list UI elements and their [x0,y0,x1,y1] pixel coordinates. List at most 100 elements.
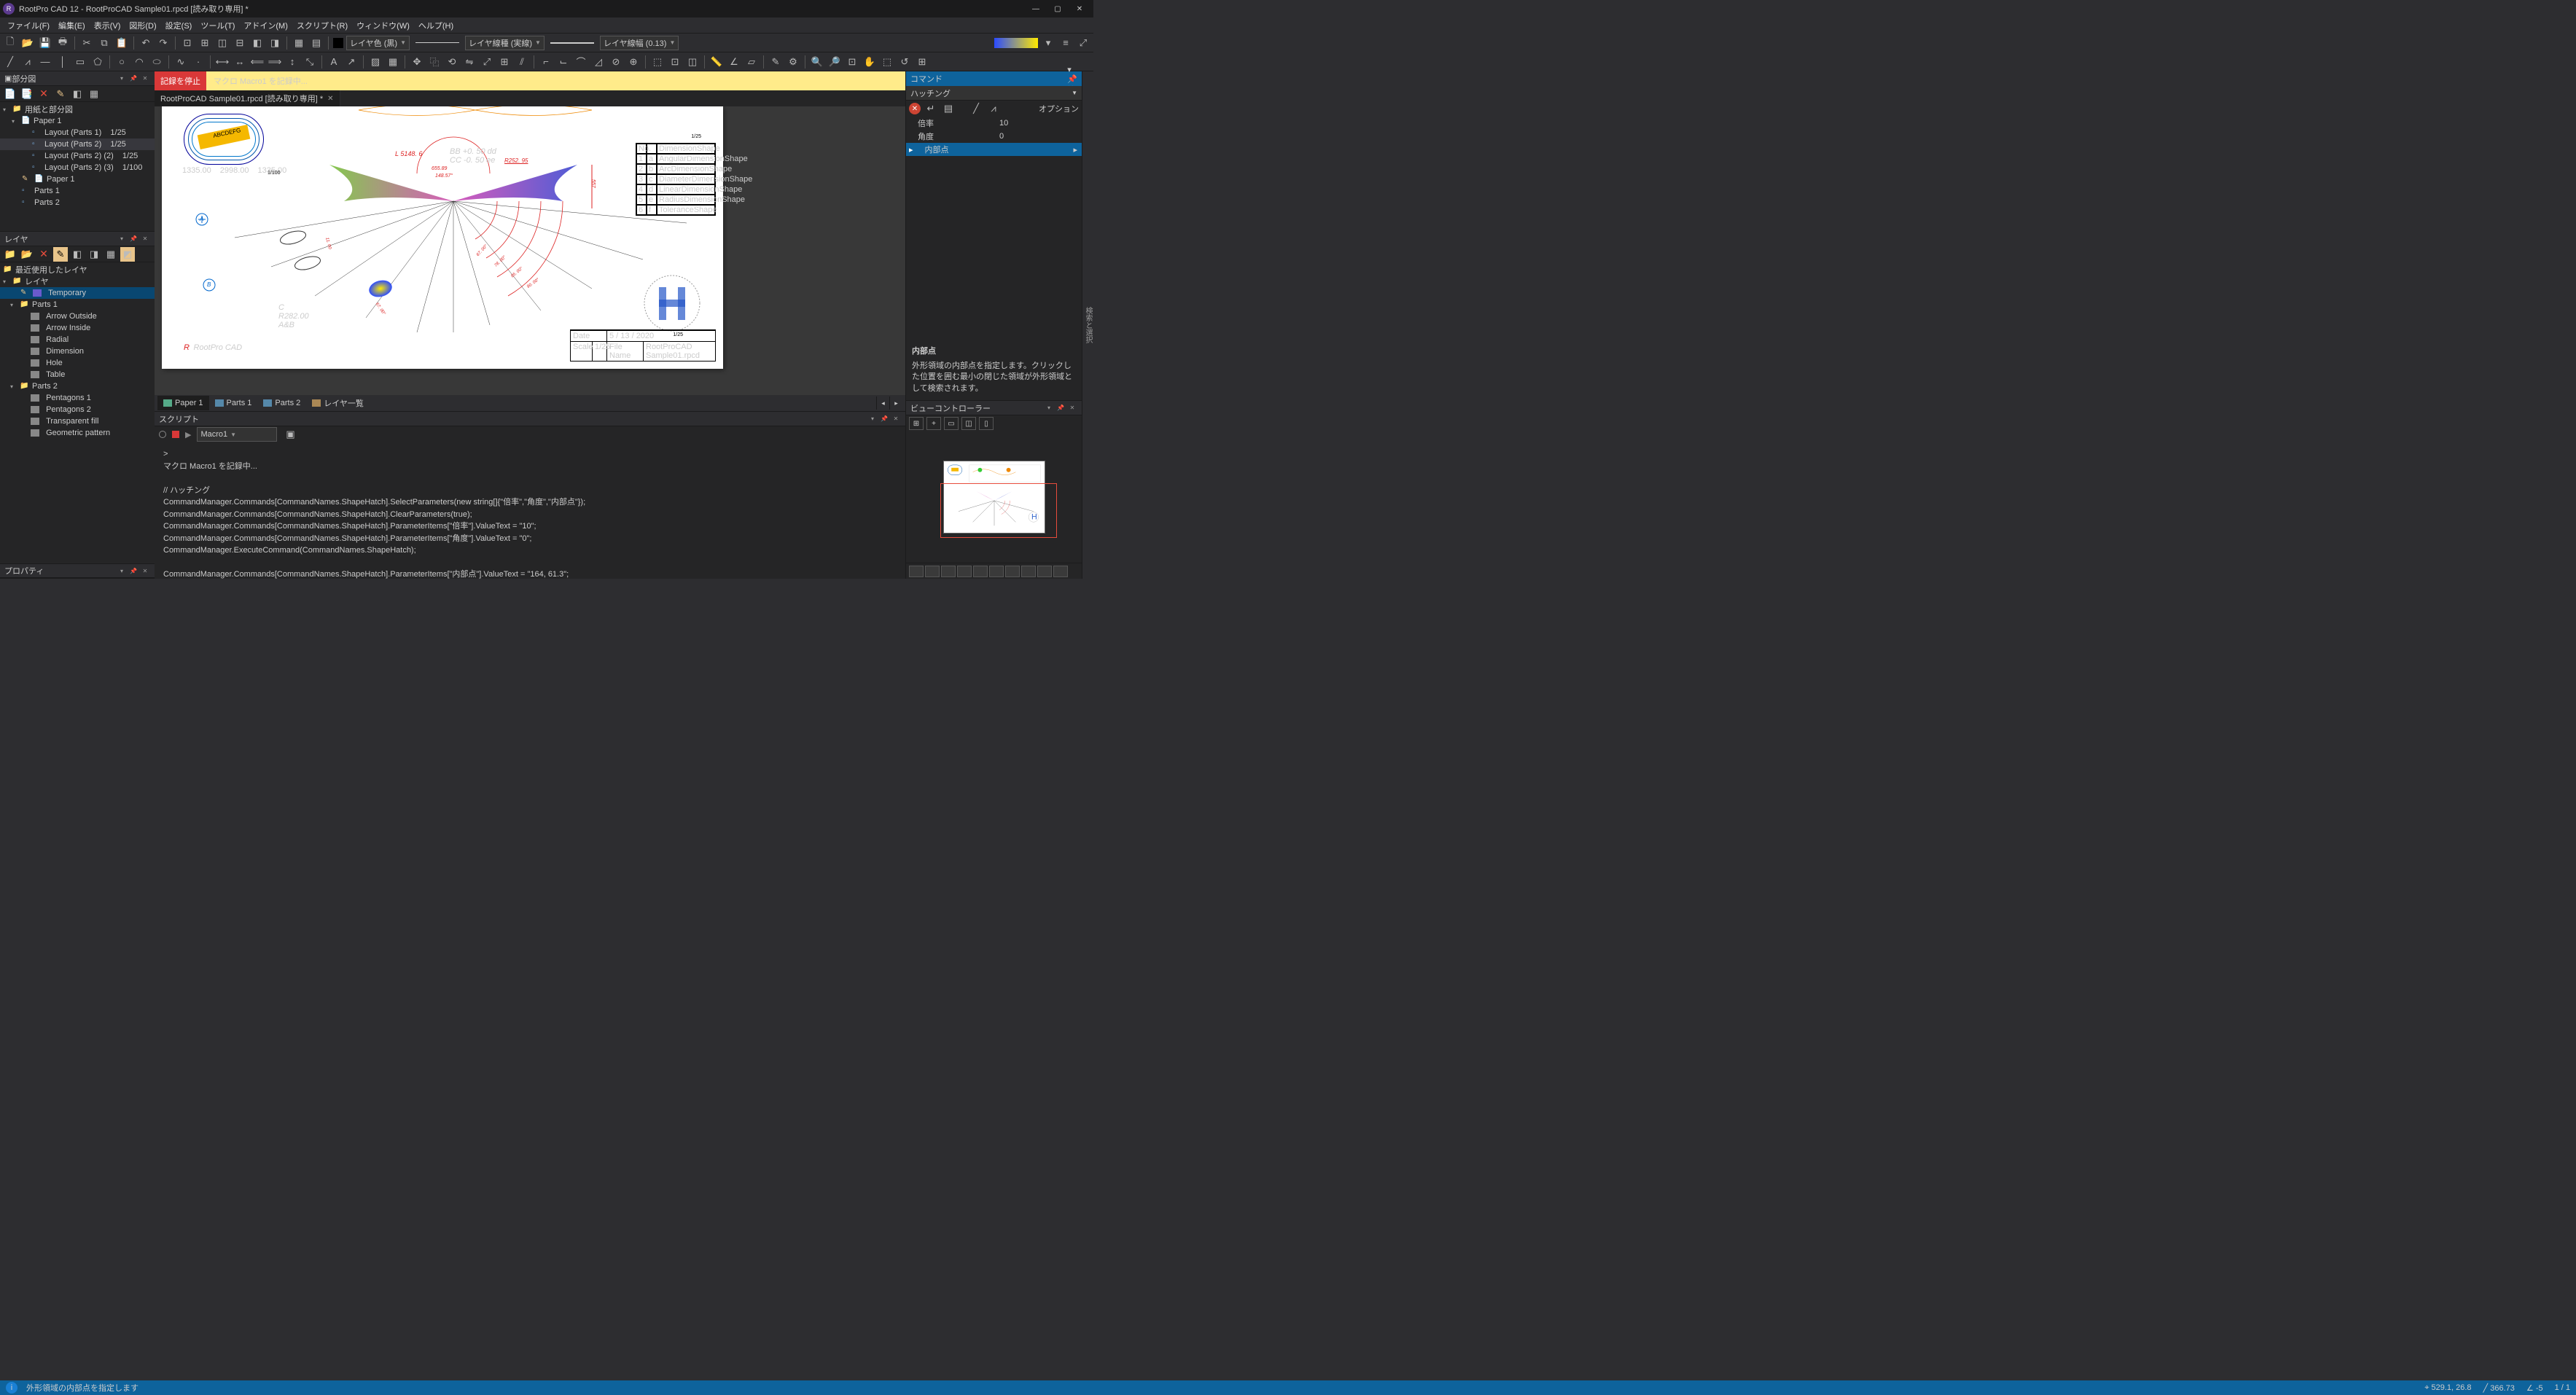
edit1-icon[interactable]: ✎ [768,55,783,69]
param-angle[interactable]: 角度0 [906,130,1082,143]
scale-icon[interactable]: ⤢ [480,55,494,69]
spline-icon[interactable]: ∿ [173,55,188,69]
dim3-icon[interactable]: ⟸ [250,55,265,69]
gradient-preview[interactable] [994,38,1038,48]
filter-icon[interactable]: ▦ [292,36,306,50]
lview3-icon[interactable]: ▦ [104,247,118,262]
ellipse-icon[interactable]: ⬭ [149,55,164,69]
layout-icon[interactable]: ▦ [87,87,101,101]
menu-settings[interactable]: 設定(S) [161,20,197,31]
menu-view[interactable]: 表示(V) [90,20,125,31]
info-icon[interactable]: i [6,1382,17,1394]
property-panel-header[interactable]: プロパティ ▾📌✕ [0,564,155,578]
sheet-tab-parts1[interactable]: Parts 1 [209,396,258,410]
dim6-icon[interactable]: ⤡ [303,55,317,69]
area-icon[interactable]: ▱ [744,55,759,69]
cmd-line-icon[interactable]: ╱ [969,101,983,116]
menu-overflow-icon[interactable]: ≡ [1058,36,1073,50]
chev-down-icon[interactable]: ▾ [1041,36,1055,50]
macro-combo[interactable]: Macro1▼ [197,427,277,442]
group-icon[interactable]: ⬚ [650,55,665,69]
play-icon[interactable]: ▶ [185,430,191,439]
close-panel-icon[interactable]: ✕ [140,234,150,244]
break-icon[interactable]: ⊘ [609,55,623,69]
text-icon[interactable]: A [327,55,341,69]
rect-icon[interactable]: ▭ [73,55,87,69]
view-slot[interactable] [1037,566,1052,577]
stop-recording-button[interactable]: 記録を停止 [155,71,206,90]
angle-icon[interactable]: ∠ [727,55,741,69]
save-icon[interactable]: 💾 [38,36,52,50]
color-swatch[interactable] [333,38,343,48]
menu-edit[interactable]: 編集(E) [54,20,90,31]
copy2-icon[interactable]: ⿻ [427,55,442,69]
record-icon[interactable] [159,431,166,438]
command-panel-header[interactable]: コマンド ▾📌✕ [906,71,1082,86]
delete-icon[interactable]: ✕ [36,87,51,101]
tree-paper1[interactable]: Paper 1 [34,117,62,125]
minimap-viewport[interactable] [940,483,1057,538]
view-slot[interactable] [989,566,1004,577]
add-paper-icon[interactable]: 📄 [3,87,17,101]
editl-icon[interactable]: ✎ [53,247,68,262]
menu-addin[interactable]: アドイン(M) [239,20,292,31]
snap3-icon[interactable]: ◫ [215,36,230,50]
new-icon[interactable]: 🗋 [3,36,17,50]
view-slot[interactable] [941,566,956,577]
point-icon[interactable]: · [191,55,206,69]
sheet-tab-layers[interactable]: レイヤ一覧 [306,396,370,410]
edit-icon[interactable]: ✎ [53,87,68,101]
add-part-icon[interactable]: 📑 [20,87,34,101]
script-panel-header[interactable]: スクリプト ▾📌✕ [155,412,905,426]
layer-color-combo[interactable]: レイヤ色 (黒)▼ [346,36,410,50]
zoomfit-icon[interactable]: ⊡ [845,55,859,69]
trim-icon[interactable]: ⌐ [539,55,553,69]
parts-panel-header[interactable]: ▣ 部分図 ▾📌✕ [0,71,155,86]
zoomout-icon[interactable]: 🔎 [827,55,842,69]
chamfer-icon[interactable]: ◿ [591,55,606,69]
cut-icon[interactable]: ✂ [79,36,94,50]
cancel-command-icon[interactable]: ✕ [909,103,921,114]
view-slot[interactable] [957,566,972,577]
script-output[interactable]: >マクロ Macro1 を記録中... // ハッチングCommandManag… [155,442,905,579]
snap5-icon[interactable]: ◧ [250,36,265,50]
pin2-icon[interactable]: 📌 [128,234,138,244]
pin-icon[interactable]: ▾ [117,74,127,84]
drawing-canvas[interactable]: ABCDEFG 1335.00 2998.00 1335.00 1/100 1/… [155,106,905,395]
menu-window[interactable]: ウィンドウ(W) [352,20,414,31]
hatch-icon[interactable]: ▨ [368,55,383,69]
view-slot[interactable] [973,566,988,577]
vc-add-icon[interactable]: + [926,417,941,430]
polyline-icon[interactable]: ⩘ [20,55,35,69]
pan-icon[interactable]: ✋ [862,55,877,69]
zoomprev-icon[interactable]: ↺ [897,55,912,69]
undo-icon[interactable]: ↶ [138,36,153,50]
ungroup-icon[interactable]: ⊡ [668,55,682,69]
print-icon[interactable]: 🖶 [55,36,70,50]
pin-icon[interactable]: ▾ [117,234,127,244]
vc-fit-icon[interactable]: ⊞ [909,417,924,430]
dim1-icon[interactable]: ⟷ [215,55,230,69]
snap1-icon[interactable]: ⊡ [180,36,195,50]
menu-script[interactable]: スクリプト(R) [292,20,352,31]
lview2-icon[interactable]: ◨ [87,247,101,262]
snap6-icon[interactable]: ◨ [268,36,282,50]
hatch2-icon[interactable]: ▦ [386,55,400,69]
search-select-tab[interactable]: 検索と選択 [1082,71,1093,579]
menu-tools[interactable]: ツール(T) [196,20,239,31]
view-slot[interactable] [1005,566,1020,577]
sheet-tab-parts2[interactable]: Parts 2 [257,396,306,410]
sheet-tab-paper1[interactable]: Paper 1 [157,396,209,410]
view-slot[interactable] [909,566,924,577]
move-icon[interactable]: ✥ [410,55,424,69]
paste-icon[interactable]: 📋 [114,36,129,50]
layer-width-combo[interactable]: レイヤ線幅 (0.13)▼ [600,36,679,50]
redo-icon[interactable]: ↷ [156,36,171,50]
grid-icon[interactable]: ▤ [309,36,324,50]
layer-linetype-combo[interactable]: レイヤ線種 (実線)▼ [465,36,545,50]
options-label[interactable]: オプション [1039,103,1079,114]
maximize-button[interactable]: ▢ [1047,0,1069,17]
param-point[interactable]: ▸内部点▸ [906,143,1082,156]
view-slot[interactable] [925,566,940,577]
cmd-poly-icon[interactable]: ⩘ [986,101,1001,116]
